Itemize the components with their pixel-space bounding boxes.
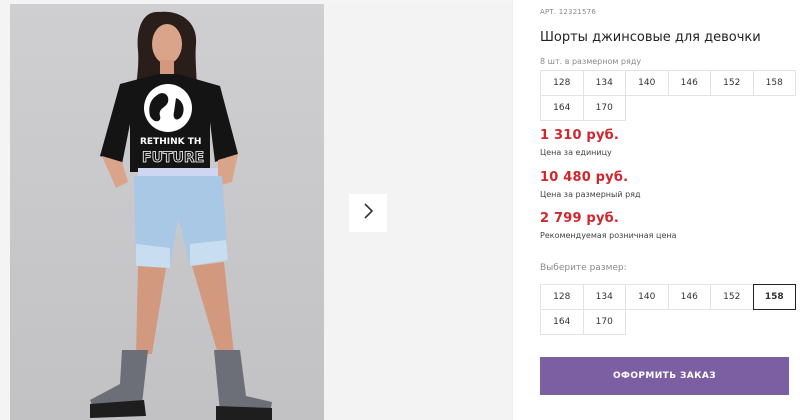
size-option[interactable]: 164 <box>540 309 584 335</box>
unit-price-label: Цена за единицу <box>540 148 612 157</box>
size-row-price-label: Цена за размерный ряд <box>540 190 641 199</box>
size-option[interactable]: 134 <box>582 284 626 310</box>
size-row-grid: 128 134 140 146 152 158 164 170 <box>540 70 796 121</box>
article-number: АРТ. 12321576 <box>540 8 596 16</box>
next-image-button[interactable] <box>349 194 387 232</box>
size-row-cell: 158 <box>752 70 796 96</box>
size-option[interactable]: 152 <box>710 284 754 310</box>
article-label: АРТ. <box>540 8 557 16</box>
order-button[interactable]: ОФОРМИТЬ ЗАКАЗ <box>540 357 789 395</box>
size-row-label: 8 шт. в размерном ряду <box>540 57 642 66</box>
size-option[interactable]: 170 <box>582 309 626 335</box>
chevron-right-icon <box>361 202 375 224</box>
product-photo: RETHINK TH FUTURE <box>10 4 324 420</box>
product-gallery: RETHINK TH FUTURE <box>0 0 512 420</box>
size-row-cell: 128 <box>540 70 584 96</box>
size-row-cell: 164 <box>540 95 584 121</box>
size-option[interactable]: 146 <box>667 284 711 310</box>
unit-price: 1 310 руб. <box>540 128 620 143</box>
size-row-price: 10 480 руб. <box>540 170 629 185</box>
size-picker-grid: 128 134 140 146 152 158 164 170 <box>540 284 796 335</box>
size-option[interactable]: 128 <box>540 284 584 310</box>
order-button-label: ОФОРМИТЬ ЗАКАЗ <box>612 371 717 381</box>
article-value: 12321576 <box>558 8 596 16</box>
size-row-cell: 140 <box>625 70 669 96</box>
size-row-cell: 134 <box>582 70 626 96</box>
panel-divider <box>512 0 513 420</box>
size-option-selected[interactable]: 158 <box>752 284 796 310</box>
shirt-print-line1: RETHINK TH <box>140 137 201 147</box>
retail-price: 2 799 руб. <box>540 211 620 226</box>
size-row-cell: 152 <box>710 70 754 96</box>
choose-size-label: Выберите размер: <box>540 263 627 273</box>
model-photo-illustration: RETHINK TH FUTURE <box>90 11 272 420</box>
size-row-cell: 146 <box>667 70 711 96</box>
size-option[interactable]: 140 <box>625 284 669 310</box>
shirt-print-line2: FUTURE <box>142 150 204 166</box>
size-row-cell: 170 <box>582 95 626 121</box>
product-title: Шорты джинсовые для девочки <box>540 30 761 45</box>
retail-price-label: Рекомендуемая розничная цена <box>540 231 677 240</box>
